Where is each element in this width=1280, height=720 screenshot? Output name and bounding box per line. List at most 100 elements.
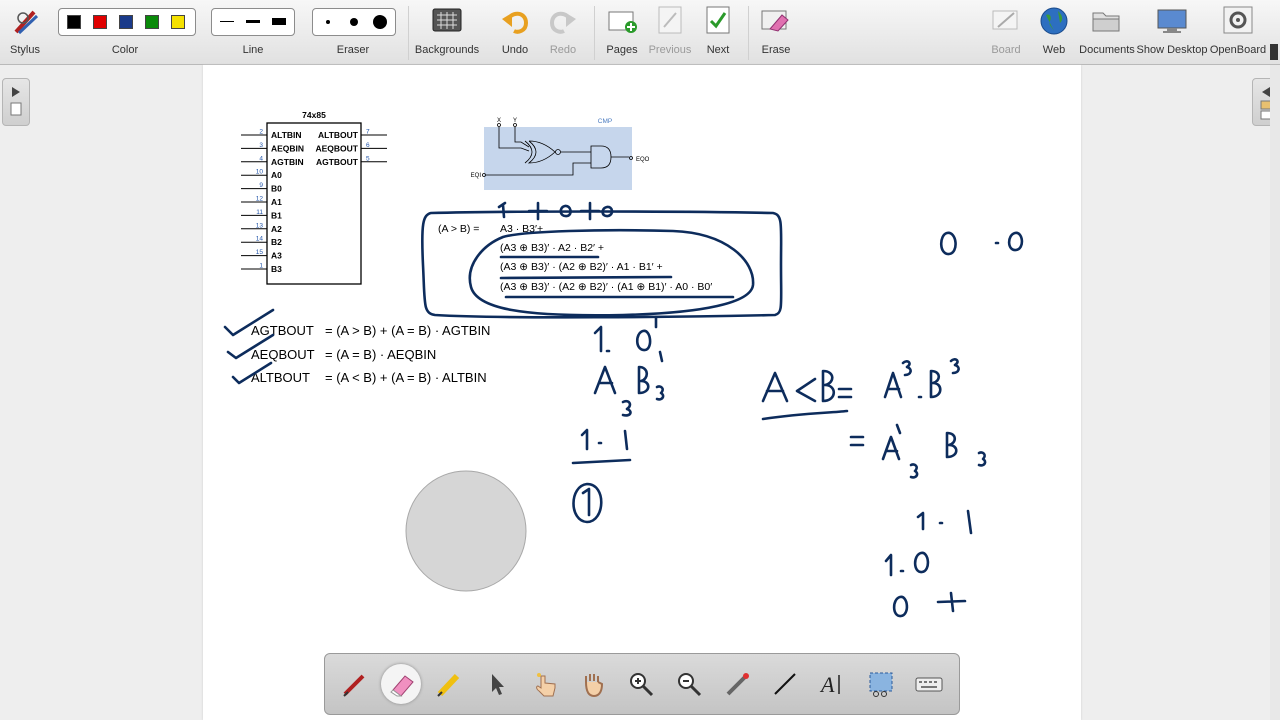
output-equations: AGTBOUT = (A > B) + (A = B) · AGTBIN AEQ…	[251, 323, 490, 385]
color-swatch-black[interactable]	[67, 15, 81, 29]
arrow-cursor-icon	[492, 674, 504, 695]
previous-button[interactable]: Previous	[646, 0, 694, 64]
stylus-button[interactable]: Stylus	[0, 0, 50, 64]
chip-left-pin-number: 13	[256, 222, 264, 229]
cmp-x-label: X	[497, 118, 501, 124]
color-swatch-red[interactable]	[93, 15, 107, 29]
cmp-schematic: CMP X Y EQI EQO	[471, 118, 650, 190]
chip-right-pin-number: 5	[366, 155, 370, 162]
aeqbout-name: AEQBOUT	[251, 347, 315, 362]
pages-label: Pages	[606, 44, 638, 56]
documents-button[interactable]: Documents	[1078, 0, 1136, 64]
ink-alb-equals	[837, 387, 853, 399]
highlighter-tool-button[interactable]	[429, 664, 469, 704]
openboard-button[interactable]: OpenBoard	[1208, 0, 1268, 64]
chip-left-pin-name: A3	[271, 251, 282, 261]
color-swatch-green[interactable]	[145, 15, 159, 29]
selector-tool-button[interactable]	[477, 664, 517, 704]
ink-note-one	[497, 201, 507, 219]
line-thick-button[interactable]	[266, 9, 292, 35]
ink-underline-2	[499, 275, 673, 280]
equation-line-4: (A3 ⊕ B3)′ · (A2 ⊕ B2)′ · (A1 ⊕ B1)′ · A…	[500, 281, 712, 293]
eraser-large-button[interactable]	[367, 9, 393, 35]
ink-one-dot-one-2	[916, 509, 973, 535]
next-page-icon	[706, 6, 730, 34]
ink-equals-2	[849, 435, 865, 447]
cmp-highlight-box	[484, 127, 632, 190]
pen-tool-button[interactable]	[335, 664, 375, 704]
undo-button[interactable]: Undo	[492, 0, 538, 64]
ink-zero-a	[939, 231, 957, 256]
eraser-size-selector	[312, 8, 396, 36]
openboard-label: OpenBoard	[1209, 44, 1267, 56]
pointing-hand-icon	[536, 673, 556, 697]
text-tool-button[interactable]: A	[813, 664, 853, 704]
ink-alb-a	[761, 371, 789, 403]
expand-left-icon	[10, 87, 22, 116]
previous-label: Previous	[648, 44, 692, 56]
zoom-in-tool-button[interactable]	[621, 664, 661, 704]
chip-right-pin-number: 7	[366, 129, 370, 136]
capture-tool-button[interactable]	[861, 664, 901, 704]
laser-pointer-tool-button[interactable]	[717, 664, 757, 704]
vertical-scrollbar[interactable]	[1270, 65, 1280, 720]
zoom-out-tool-button[interactable]	[669, 664, 709, 704]
chip-left-pin-number: 10	[256, 169, 264, 176]
color-palette	[58, 8, 196, 36]
chip-right-pin-name: AGTBOUT	[316, 157, 359, 167]
ink-result-line	[571, 458, 632, 465]
cmp-eqo-label: EQO	[636, 157, 650, 163]
window-resize-handle[interactable]	[1270, 44, 1278, 60]
interactor-tool-button[interactable]	[525, 664, 565, 704]
ink-a-prime-sub3	[881, 423, 919, 479]
redo-button[interactable]: Redo	[540, 0, 586, 64]
show-desktop-button[interactable]: Show Desktop	[1136, 0, 1208, 64]
eraser-small-button[interactable]	[315, 9, 341, 35]
eraser-tool-button[interactable]	[381, 664, 421, 704]
line-medium-button[interactable]	[240, 9, 266, 35]
altbout-name: ALTBOUT	[251, 370, 310, 385]
left-palette-tab[interactable]	[2, 78, 30, 126]
add-page-icon	[608, 11, 637, 33]
ink-note-plus-1	[527, 201, 549, 221]
color-swatch-yellow[interactable]	[171, 15, 185, 29]
hand-tool-button[interactable]	[573, 664, 613, 704]
eraser-medium-button[interactable]	[341, 9, 367, 35]
virtual-keyboard-button[interactable]	[909, 664, 949, 704]
chip-left-pin-number: 3	[259, 142, 263, 149]
whiteboard-page[interactable]: 74x85 2 ALTBIN 3 AEQBIN 4 AGTBIN 10 A0 9 B0 12 A1 11…	[203, 65, 1081, 720]
ink-plus-b	[936, 591, 967, 613]
pages-button[interactable]: Pages	[598, 0, 646, 64]
chip-left-pin-number: 15	[256, 249, 264, 256]
monitor-icon	[1157, 9, 1187, 33]
color-label: Color	[111, 44, 139, 56]
eraser-label: Eraser	[336, 44, 370, 56]
undo-label: Undo	[501, 44, 529, 56]
chip-left-pin-number: 4	[259, 155, 263, 162]
documents-label: Documents	[1079, 44, 1135, 56]
settings-gear-icon	[1223, 6, 1253, 34]
line-thin-button[interactable]	[214, 9, 240, 35]
chip-right-pin-name: ALTBOUT	[318, 130, 359, 140]
chip-left-pin-name: B2	[271, 237, 282, 247]
stylus-icon	[14, 10, 39, 35]
show-desktop-label: Show Desktop	[1136, 44, 1208, 56]
chip-title: 74x85	[302, 110, 326, 120]
highlighter-icon	[437, 673, 460, 697]
erase-board-icon	[761, 10, 789, 32]
bottom-toolbar: A	[324, 653, 960, 715]
zoom-out-icon	[678, 673, 702, 697]
ink-circled-one	[572, 482, 603, 524]
next-button[interactable]: Next	[694, 0, 742, 64]
chip-left-pin-number: 2	[259, 129, 263, 136]
chip-right-pin-number: 6	[366, 142, 370, 149]
web-button[interactable]: Web	[1030, 0, 1078, 64]
erase-button[interactable]: Erase	[752, 0, 800, 64]
board-button[interactable]: Board	[982, 0, 1030, 64]
chip-left-pin-number: 11	[256, 209, 263, 216]
backgrounds-button[interactable]: Backgrounds	[412, 0, 482, 64]
chip-right-pin-name: AEQBOUT	[316, 143, 359, 153]
ink-alb-b	[821, 369, 836, 403]
line-tool-button[interactable]	[765, 664, 805, 704]
color-swatch-blue[interactable]	[119, 15, 133, 29]
